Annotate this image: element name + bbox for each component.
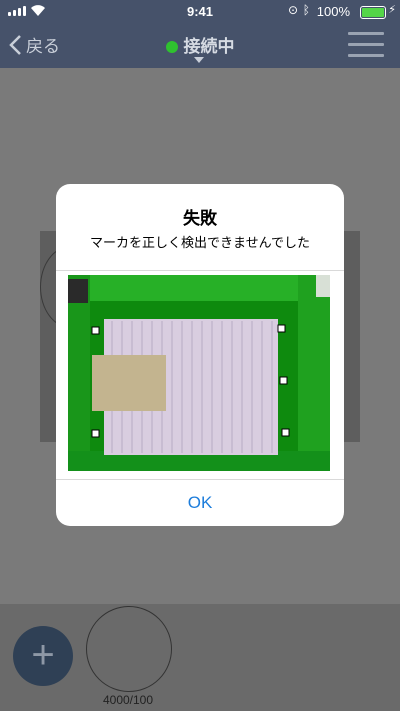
add-button[interactable]: +	[13, 626, 73, 686]
divider	[56, 270, 344, 271]
marker-detection-photo	[68, 275, 330, 471]
orientation-lock-icon: ⊙	[287, 3, 298, 17]
capture-thumbnail[interactable]	[86, 606, 172, 692]
menu-button[interactable]	[348, 32, 384, 58]
dialog-title: 失敗	[183, 209, 217, 228]
battery-icon	[360, 6, 386, 19]
ok-button[interactable]: OK	[56, 480, 344, 526]
error-dialog: 失敗 マーカを正しく検出できませんでした OK	[56, 184, 344, 526]
status-bar: 9:41 ⊙ ᛒ 100% ⚡	[0, 0, 400, 22]
bluetooth-icon: ᛒ	[302, 3, 310, 17]
connection-status[interactable]: 接続中	[0, 32, 400, 57]
battery-percent: 100%	[316, 4, 350, 19]
dialog-message: マーカを正しく検出できませんでした	[90, 235, 310, 250]
thumbnail-caption: 4000/100	[102, 693, 154, 707]
connection-label: 接続中	[183, 37, 235, 56]
chevron-down-icon	[194, 57, 204, 63]
top-bar: 9:41 ⊙ ᛒ 100% ⚡ 戻る 接続中	[0, 0, 400, 68]
connection-dot-icon	[165, 41, 178, 53]
nav-bar: 戻る 接続中	[0, 22, 400, 68]
charging-icon: ⚡	[388, 4, 396, 16]
